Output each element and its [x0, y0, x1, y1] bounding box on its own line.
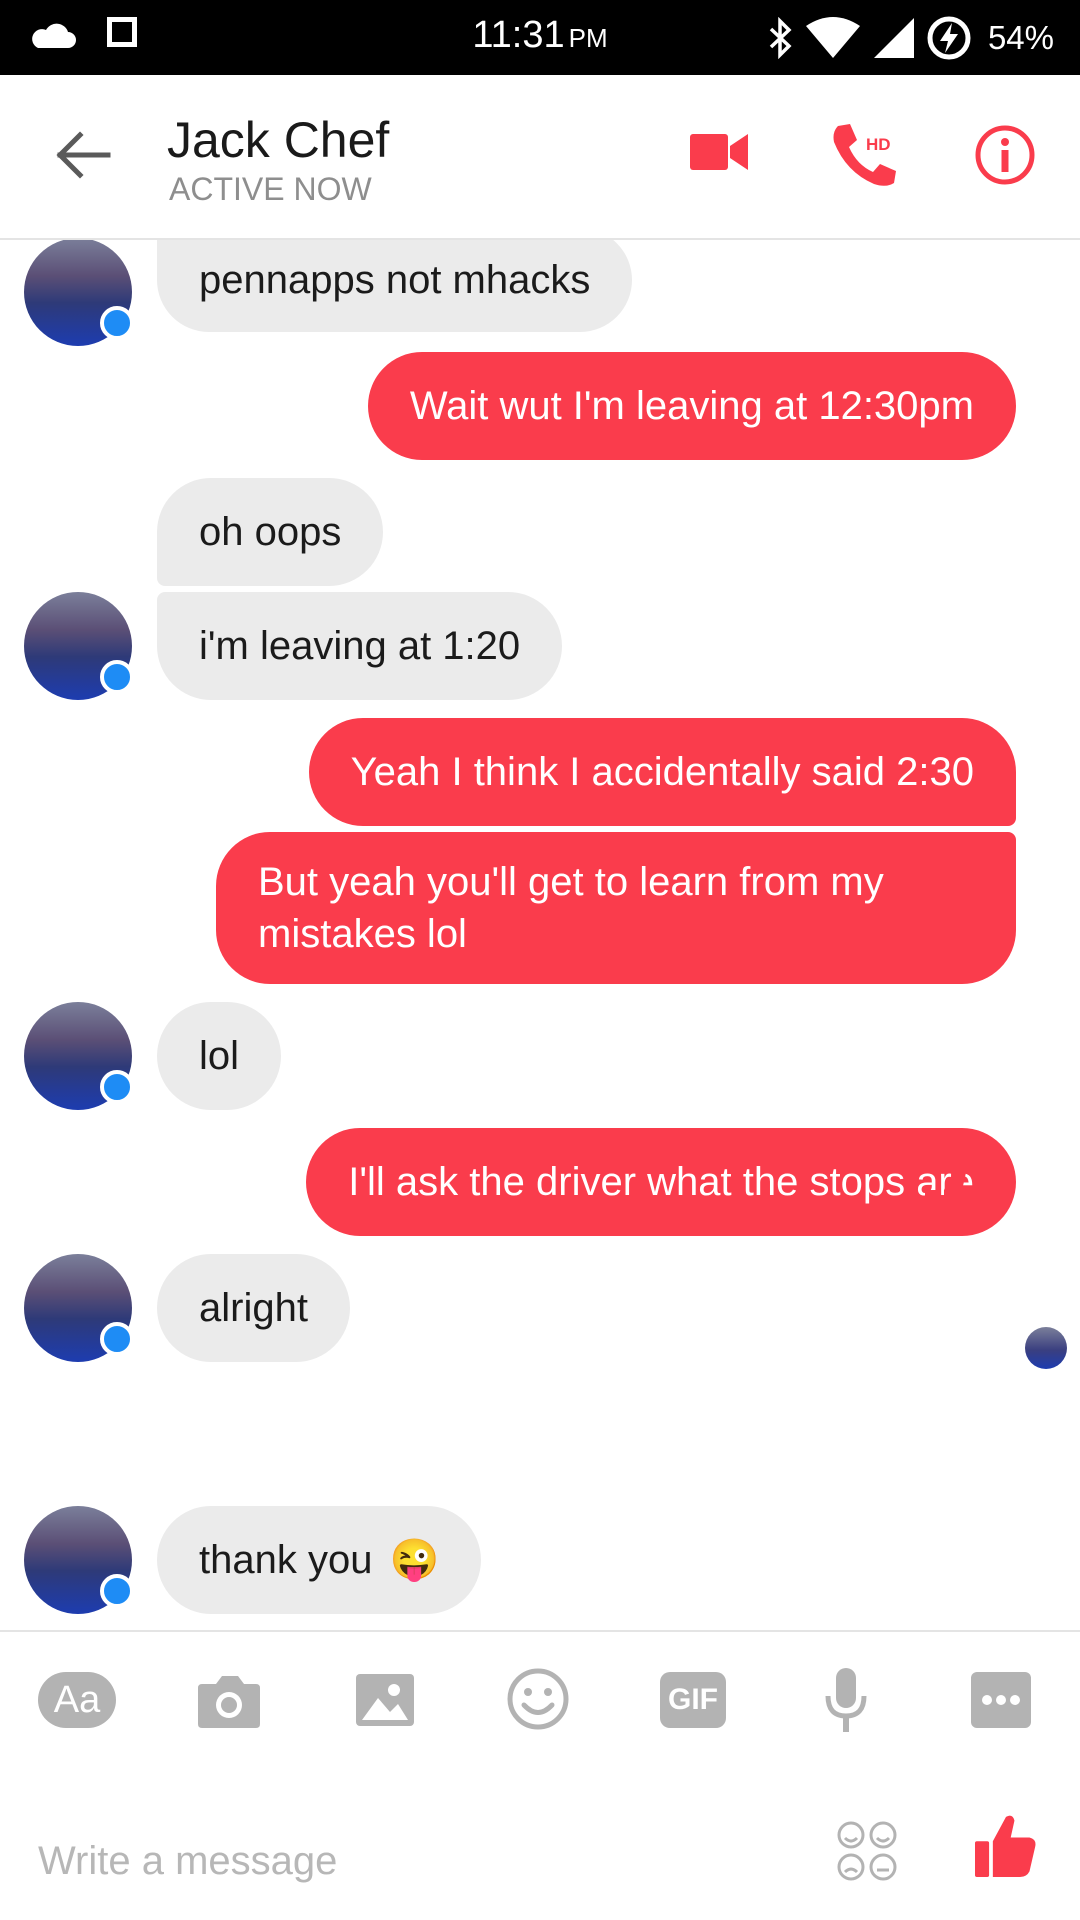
messenger-badge-icon [100, 1322, 134, 1356]
incoming-message[interactable]: lol [157, 1002, 282, 1110]
more-icon[interactable] [971, 1672, 1031, 1728]
battery-percent: 54% [987, 19, 1054, 56]
message-composer [0, 1780, 1080, 1920]
video-call-icon[interactable] [690, 130, 748, 174]
read-receipt-avatar [1025, 1327, 1067, 1369]
incoming-message[interactable]: oh oops [157, 478, 384, 586]
info-icon[interactable] [975, 125, 1035, 185]
battery-charging-icon [927, 16, 971, 60]
thumbs-up-send-icon[interactable] [975, 1812, 1037, 1880]
hd-call-icon[interactable]: HD [830, 120, 900, 190]
contact-name[interactable]: Jack Chef [167, 111, 389, 169]
messenger-badge-icon [100, 306, 134, 340]
incoming-message[interactable]: thank you 😜 [157, 1506, 482, 1614]
stickers-icon[interactable] [836, 1820, 898, 1882]
outgoing-message[interactable]: But yeah you'll get to learn from my mis… [216, 832, 1016, 984]
emoji-icon[interactable] [507, 1668, 569, 1730]
messenger-badge-icon [100, 660, 134, 694]
messenger-badge-icon [100, 1070, 134, 1104]
outgoing-message[interactable]: I'll ask the driver what the stops are [306, 1128, 1016, 1236]
text-format-button[interactable]: Aa [38, 1672, 116, 1728]
status-icons: 54% [768, 12, 1054, 64]
gallery-icon[interactable] [356, 1672, 414, 1728]
gif-button[interactable]: GIF [660, 1672, 726, 1728]
microphone-icon[interactable] [824, 1668, 868, 1734]
contact-avatar[interactable] [24, 240, 134, 346]
contact-avatar[interactable] [24, 1506, 134, 1614]
wifi-icon [805, 17, 860, 58]
back-arrow-icon[interactable] [52, 125, 112, 185]
message-thread[interactable]: pennapps not mhacks Wait wut I'm leaving… [0, 240, 1080, 1630]
outgoing-message[interactable]: Wait wut I'm leaving at 12:30pm [367, 352, 1016, 460]
messenger-badge-icon [100, 1574, 134, 1608]
contact-status: ACTIVE NOW [169, 171, 372, 207]
camera-icon[interactable] [198, 1672, 260, 1728]
message-input[interactable] [36, 1830, 800, 1892]
contact-avatar[interactable] [24, 592, 134, 700]
contact-avatar[interactable] [24, 1002, 134, 1110]
svg-text:HD: HD [866, 135, 891, 154]
contact-avatar[interactable] [24, 1254, 134, 1362]
incoming-message[interactable]: alright [157, 1254, 350, 1362]
thumbs-up-sent-icon[interactable] [925, 1160, 991, 1230]
incoming-message[interactable]: i'm leaving at 1:20 [157, 592, 563, 700]
outgoing-message[interactable]: Yeah I think I accidentally said 2:30 [308, 718, 1016, 826]
status-bar: 11:31 PM 54% [0, 0, 1080, 75]
conversation-header: Jack Chef ACTIVE NOW HD [0, 75, 1080, 240]
composer-toolbar: Aa GIF [0, 1630, 1080, 1780]
incoming-message[interactable]: pennapps not mhacks [157, 240, 633, 332]
signal-icon [873, 18, 914, 58]
winking-tongue-emoji: 😜 [389, 1538, 440, 1582]
bluetooth-icon [769, 17, 792, 59]
